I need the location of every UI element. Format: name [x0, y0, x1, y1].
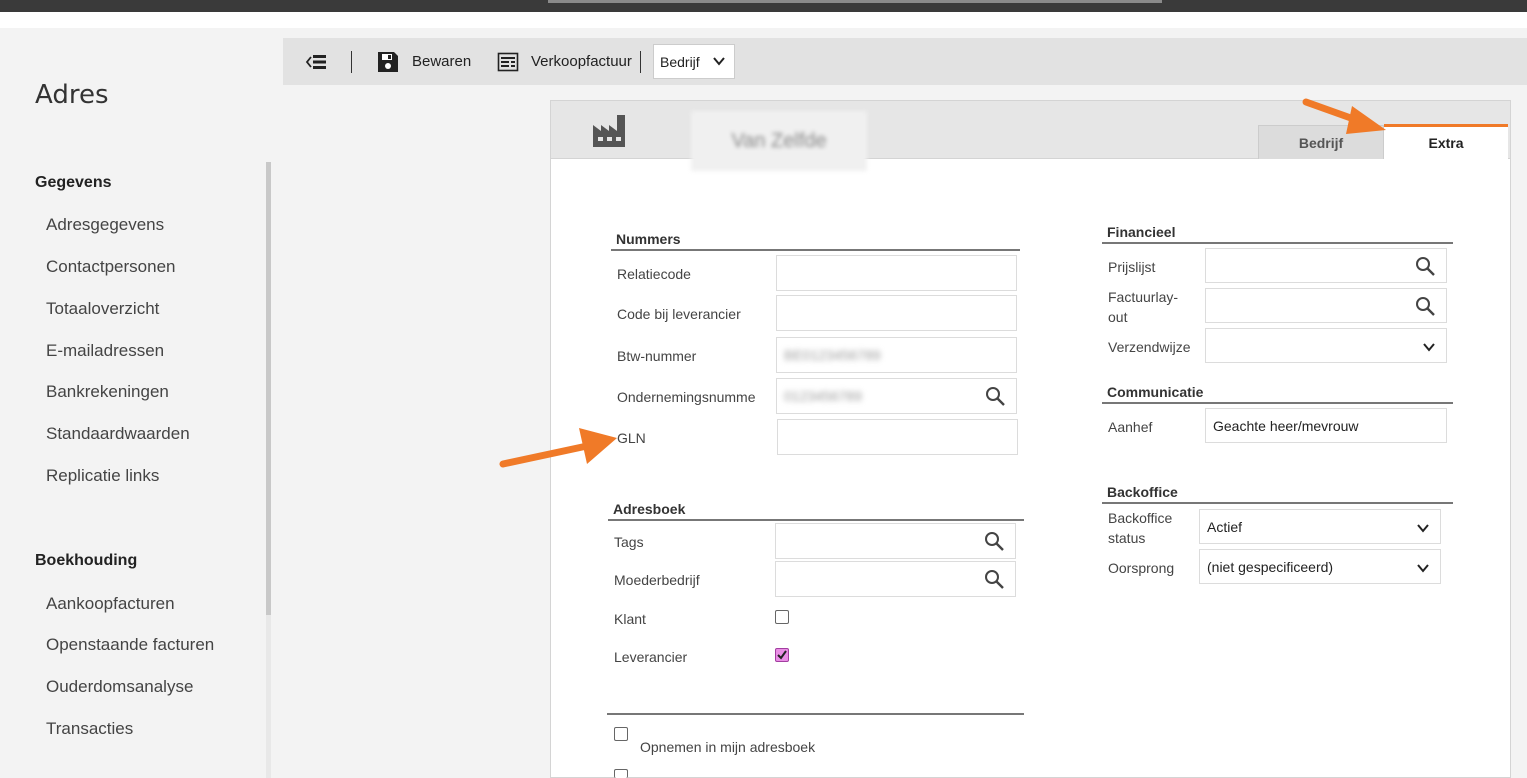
toolbar-separator [351, 51, 352, 73]
label-backoffice-status: Backoffice status [1108, 508, 1172, 548]
section-divider [607, 713, 1024, 715]
opnemen-checkbox[interactable] [614, 727, 628, 741]
search-icon[interactable] [984, 569, 1005, 590]
sidebar-scrollbar[interactable] [266, 162, 271, 615]
save-button[interactable]: Bewaren [377, 38, 471, 85]
backoffice-status-select[interactable]: Actief [1199, 509, 1441, 544]
extra-checkbox[interactable] [614, 769, 628, 778]
label-verzendwijze: Verzendwijze [1108, 339, 1191, 355]
label-oorsprong: Oorsprong [1108, 560, 1175, 576]
label-code-leverancier: Code bij leverancier [617, 306, 741, 322]
annotation-arrow-extra-tab [1302, 98, 1386, 134]
sidebar-item-bankrekeningen[interactable]: Bankrekeningen [46, 382, 169, 402]
aanhef-value: Geachte heer/mevrouw [1213, 417, 1359, 434]
group-title-communicatie: Communicatie [1102, 384, 1453, 404]
sidebar-item-aankoopfacturen[interactable]: Aankoopfacturen [46, 594, 175, 614]
search-icon[interactable] [1415, 256, 1436, 277]
oorsprong-value: (niet gespecificeerd) [1207, 558, 1334, 575]
label-relatiecode: Relatiecode [617, 266, 691, 282]
klant-checkbox[interactable] [775, 610, 789, 624]
chevron-down-icon [1417, 564, 1429, 573]
company-name: Van Zelfde [691, 111, 867, 171]
label-klant: Klant [614, 611, 646, 627]
chevron-down-icon [1423, 343, 1435, 352]
label-backoffice-status-line2: status [1108, 530, 1146, 546]
section-heading-gegevens: Gegevens [35, 174, 112, 191]
checkmark-icon [777, 650, 787, 660]
factory-icon [593, 115, 625, 147]
annotation-arrow-gln [499, 428, 617, 468]
label-leverancier: Leverancier [614, 649, 688, 665]
toolbar-separator [640, 51, 641, 73]
sidebar-item-emailadressen[interactable]: E-mailadressen [46, 341, 164, 361]
top-band [0, 12, 1527, 28]
save-label: Bewaren [412, 53, 472, 70]
section-heading-boekhouding: Boekhouding [35, 552, 138, 569]
label-opnemen-adresboek: Opnemen in mijn adresboek [640, 739, 816, 755]
ondernemingsnummer-input[interactable]: 0123456789 [776, 378, 1017, 414]
save-icon [378, 51, 398, 72]
prijslijst-input[interactable] [1205, 248, 1447, 283]
tab-extra[interactable]: Extra [1384, 124, 1508, 159]
detail-card: Van Zelfde Bedrijf Extra Nummers Relatie… [550, 100, 1511, 778]
group-title-adresboek: Adresboek [608, 501, 1024, 521]
search-icon[interactable] [985, 386, 1006, 407]
label-factuurlayout-line1: Factuurlay- [1108, 289, 1179, 305]
label-factuurlayout: Factuurlay- out [1108, 287, 1178, 327]
relatiecode-input[interactable] [776, 255, 1017, 291]
chevron-down-icon [713, 57, 725, 66]
gln-input[interactable] [777, 419, 1018, 455]
chevron-down-icon [1417, 524, 1429, 533]
window-top-bar [0, 0, 1527, 12]
sidebar-item-totaaloverzicht[interactable]: Totaaloverzicht [46, 299, 159, 319]
code-leverancier-input[interactable] [776, 295, 1017, 331]
collapse-menu-button[interactable] [305, 38, 327, 85]
sidebar-item-replicatie-links[interactable]: Replicatie links [46, 466, 159, 486]
verzendwijze-select[interactable] [1205, 328, 1447, 363]
moederbedrijf-input[interactable] [775, 561, 1016, 597]
sidebar-scroll-track [266, 615, 271, 778]
collapse-menu-icon [305, 54, 326, 69]
entity-type-value: Bedrijf [660, 53, 700, 70]
oorsprong-select[interactable]: (niet gespecificeerd) [1199, 549, 1441, 584]
entity-type-select[interactable]: Bedrijf [653, 44, 735, 79]
group-title-nummers: Nummers [611, 231, 1020, 251]
btw-nummer-input[interactable]: BE0123456789 [776, 337, 1017, 373]
search-icon[interactable] [984, 531, 1005, 552]
label-tags: Tags [614, 534, 644, 550]
label-moederbedrijf: Moederbedrijf [614, 572, 700, 588]
sidebar-item-transacties[interactable]: Transacties [46, 719, 133, 739]
sales-invoice-label: Verkoopfactuur [531, 53, 632, 70]
label-ondernemingsnummer: Ondernemingsnumme [617, 389, 756, 405]
aanhef-input[interactable]: Geachte heer/mevrouw [1205, 408, 1447, 443]
sales-invoice-button[interactable]: Verkoopfactuur [497, 38, 632, 85]
sidebar-item-standaardwaarden[interactable]: Standaardwaarden [46, 424, 190, 444]
ondernemingsnummer-value: 0123456789 [784, 388, 862, 404]
sidebar [0, 28, 272, 778]
label-aanhef: Aanhef [1108, 419, 1153, 435]
invoice-icon [497, 52, 519, 71]
sidebar-item-adresgegevens[interactable]: Adresgegevens [46, 215, 164, 235]
page-title: Adres [35, 80, 109, 110]
label-prijslijst: Prijslijst [1108, 259, 1156, 275]
label-backoffice-status-line1: Backoffice [1108, 510, 1173, 526]
sidebar-item-contactpersonen[interactable]: Contactpersonen [46, 257, 175, 277]
label-gln: GLN [617, 430, 646, 446]
label-btw-nummer: Btw-nummer [617, 348, 697, 364]
address-bar-edge [548, 0, 1162, 3]
sidebar-item-ouderdomsanalyse[interactable]: Ouderdomsanalyse [46, 677, 193, 697]
search-icon[interactable] [1415, 296, 1436, 317]
toolbar: Bewaren Verkoopfactuur Bedrijf [283, 38, 1527, 85]
btw-nummer-value: BE0123456789 [784, 347, 881, 363]
tags-input[interactable] [775, 523, 1016, 559]
sidebar-item-openstaande-facturen[interactable]: Openstaande facturen [46, 635, 214, 655]
leverancier-checkbox[interactable] [775, 648, 789, 662]
factuurlayout-input[interactable] [1205, 288, 1447, 323]
backoffice-status-value: Actief [1207, 518, 1243, 535]
group-title-backoffice: Backoffice [1102, 484, 1453, 504]
group-title-financieel: Financieel [1102, 224, 1453, 244]
label-factuurlayout-line2: out [1108, 309, 1128, 325]
